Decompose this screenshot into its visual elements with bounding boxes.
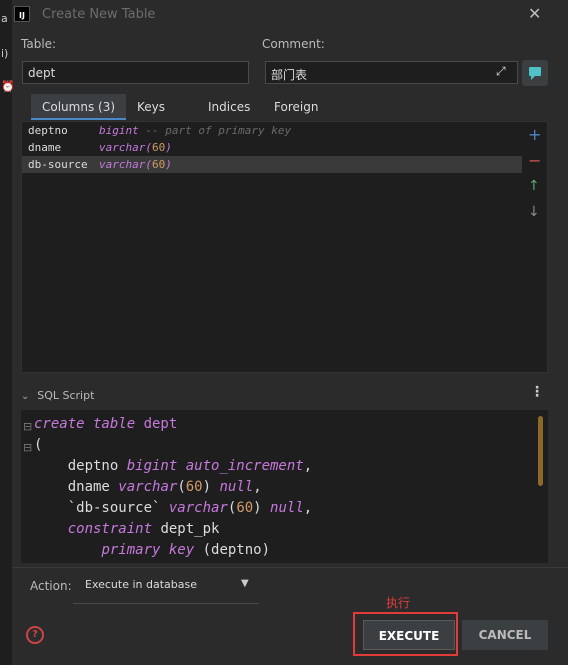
action-label: Action: <box>30 579 72 593</box>
action-select[interactable]: Execute in database ▼ <box>73 574 259 604</box>
column-name: deptno <box>28 124 68 137</box>
execute-highlight-box <box>353 612 458 656</box>
table-label: Table: <box>21 37 57 51</box>
sql-line: deptno bigint auto_increment, <box>34 458 313 474</box>
fold-icon[interactable]: ⊟ <box>23 420 32 433</box>
columns-panel: deptno bigint -- part of primary key dna… <box>21 121 548 373</box>
expand-icon[interactable]: ⤢ <box>496 64 506 79</box>
action-select-value: Execute in database <box>85 578 198 591</box>
sql-editor[interactable]: ⊟ ⊟ create table dept ( deptno bigint au… <box>21 410 548 563</box>
close-icon[interactable]: ✕ <box>528 4 541 23</box>
sql-scrollbar[interactable] <box>538 416 543 486</box>
help-icon[interactable]: ? <box>26 626 44 644</box>
sql-script-label: SQL Script <box>37 389 95 402</box>
move-up-icon[interactable]: ↑ <box>528 178 540 194</box>
column-name: dname <box>28 141 62 154</box>
intellij-app-icon: IJ <box>14 6 30 22</box>
sql-line: `db-source` varchar(60) null, <box>34 500 313 516</box>
execute-annotation: 执行 <box>386 596 411 610</box>
column-type: varchar(60) <box>99 141 172 154</box>
column-row-dname[interactable]: dname varchar(60) <box>22 139 522 156</box>
column-row-db-source[interactable]: db-source varchar(60) <box>22 156 522 173</box>
left-strip-clock-icon: ⏰ <box>1 80 15 93</box>
sql-line: ( <box>34 437 43 453</box>
comment-action-button[interactable] <box>522 60 548 86</box>
dropdown-arrow-icon: ▼ <box>241 578 249 589</box>
column-row-deptno[interactable]: deptno bigint -- part of primary key <box>22 122 522 139</box>
column-type: bigint -- part of primary key <box>99 124 292 137</box>
tab-indices[interactable]: Indices <box>208 94 250 120</box>
column-type: varchar(60) <box>99 158 172 171</box>
comment-field[interactable]: 部门表 <box>265 61 518 84</box>
speech-bubble-icon <box>529 67 541 80</box>
tab-foreign-keys[interactable]: Foreign Keys <box>274 94 318 140</box>
add-column-icon[interactable]: + <box>528 125 541 144</box>
comment-label: Comment: <box>262 37 325 51</box>
sql-line: constraint dept_pk <box>67 521 220 537</box>
sql-line: dname varchar(60) null, <box>34 479 262 495</box>
tab-keys[interactable]: Keys (1) <box>137 94 165 140</box>
left-edge-strip: a i) ⏰ <box>0 0 15 665</box>
chevron-down-icon: ⌄ <box>21 391 30 402</box>
sql-line: create table dept <box>34 416 178 432</box>
sql-line: primary key (deptno) <box>101 542 271 558</box>
left-strip-char-1: a <box>1 12 8 25</box>
left-strip-char-2: i) <box>1 47 9 60</box>
table-name-field[interactable]: dept <box>22 61 249 84</box>
move-down-icon[interactable]: ↓ <box>528 204 540 220</box>
remove-column-icon[interactable]: − <box>528 151 541 170</box>
fold-icon[interactable]: ⊟ <box>23 441 32 454</box>
divider <box>12 567 568 568</box>
column-name: db-source <box>28 158 88 171</box>
sql-script-header[interactable]: ⌄ SQL Script <box>21 388 94 402</box>
tab-columns[interactable]: Columns (3) <box>31 94 126 120</box>
comment-value: 部门表 <box>271 68 308 82</box>
more-options-icon[interactable]: ⋮ <box>530 384 544 400</box>
cancel-button[interactable]: CANCEL <box>462 620 548 650</box>
window-title: Create New Table <box>42 7 156 22</box>
